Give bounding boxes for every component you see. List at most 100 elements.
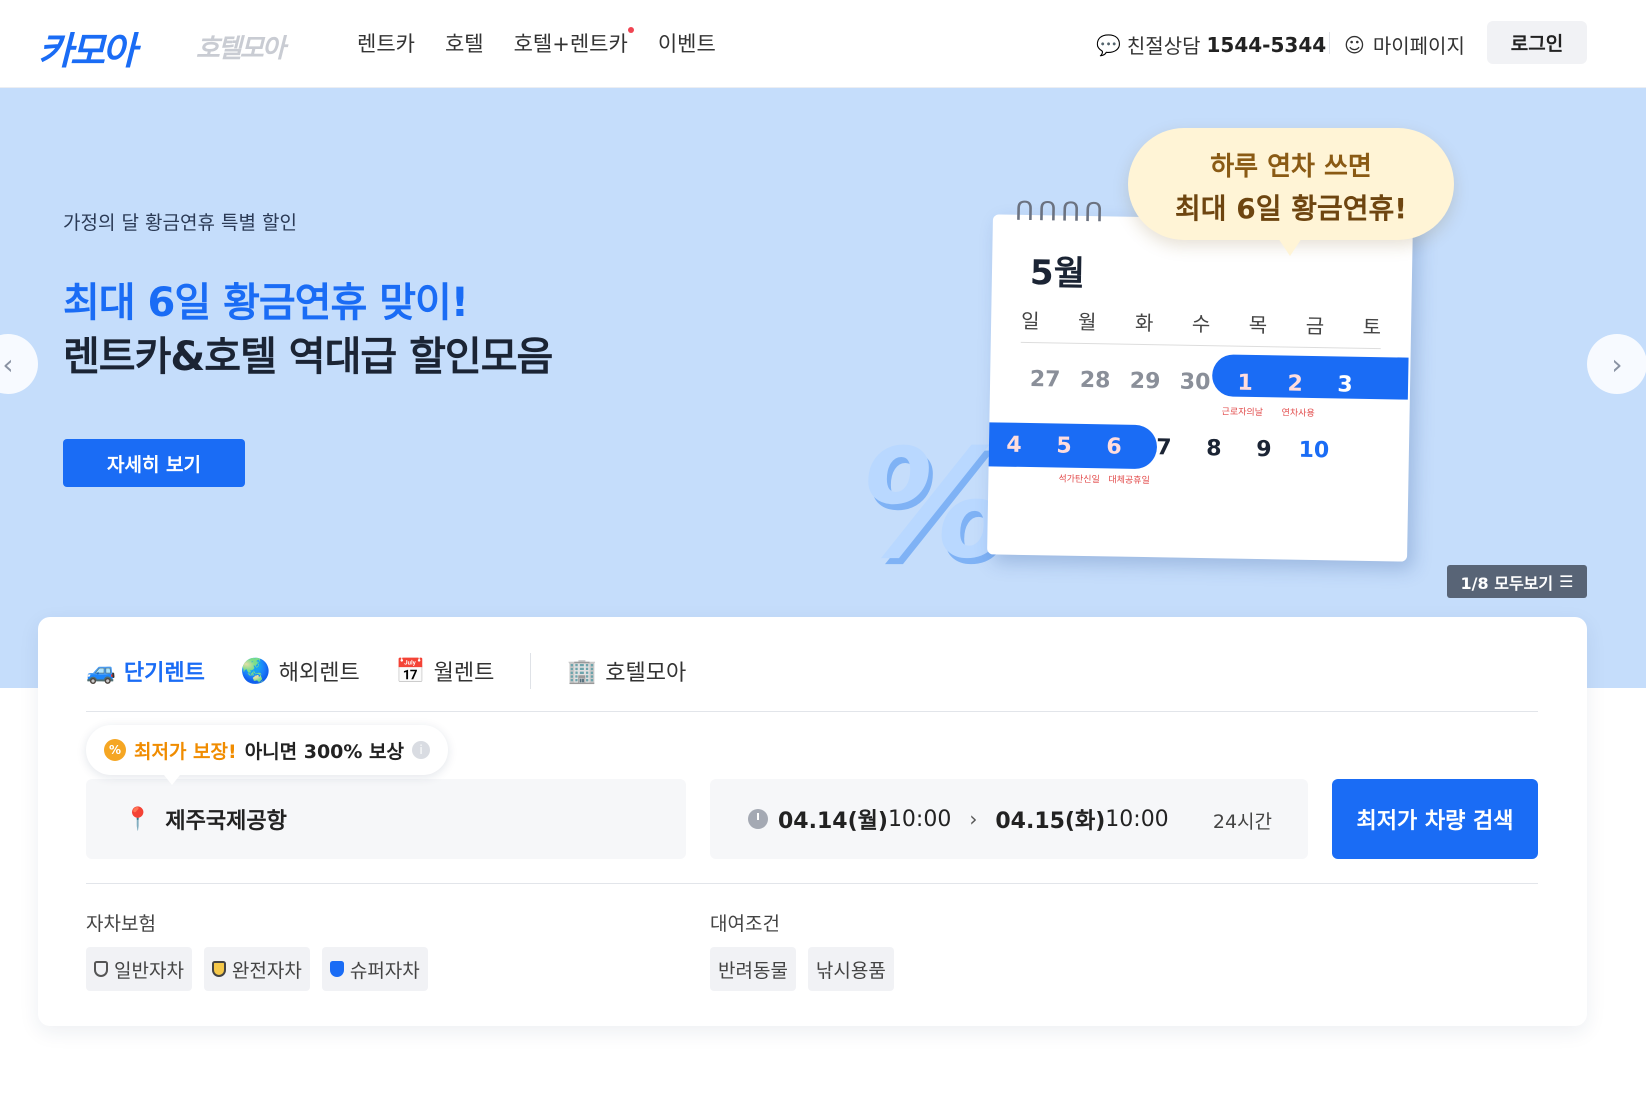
return-time: 10:00 xyxy=(1105,806,1169,832)
consult-number: 1544-5344 xyxy=(1206,32,1327,57)
booking-tabs: 🚙 단기렌트 🌏 해외렌트 📅 월렌트 🏢 호텔모아 xyxy=(86,653,686,689)
day: 4 xyxy=(1006,432,1022,458)
note-leave: 연차사용 xyxy=(1281,408,1315,420)
desk-calendar: ᑎᑎᑎᑎ 5월 일 월 화 수 목 금 토 27 28 29 30 1 2 3 … xyxy=(980,197,1480,648)
prev-slide-button[interactable]: ‹ xyxy=(0,334,38,394)
tab-overseas-rent[interactable]: 🌏 해외렌트 xyxy=(241,655,360,687)
tab-label: 해외렌트 xyxy=(278,661,360,686)
chip-label: 완전자차 xyxy=(231,959,302,982)
insurance-options: 일반자차 완전자차 슈퍼자차 xyxy=(86,947,428,991)
clock-icon xyxy=(748,809,768,829)
hotelmoa-logo[interactable]: 호텔모아 xyxy=(196,28,286,65)
hero-eyebrow: 가정의 달 황금연휴 특별 할인 xyxy=(63,212,297,234)
nav-hotel-rentcar[interactable]: 호텔+렌트카 xyxy=(513,27,634,58)
tabs-underline xyxy=(86,711,1538,712)
chevron-right-icon: › xyxy=(969,807,978,831)
note-buddha: 석가탄신일 xyxy=(1058,474,1100,486)
location-value: 제주국제공항 xyxy=(165,809,287,834)
chip-label: 슈퍼자차 xyxy=(349,959,420,982)
tab-hotelmoa[interactable]: 🏢 호텔모아 xyxy=(567,655,686,687)
tab-monthly-rent[interactable]: 📅 월렌트 xyxy=(396,655,495,687)
day: 3 xyxy=(1337,372,1353,398)
consult-phone[interactable]: 💬 친절상담 1544-5344 xyxy=(1096,30,1326,59)
nav-rentcar[interactable]: 렌트카 xyxy=(357,28,415,58)
calendar-weekdays: 일 월 화 수 목 금 토 xyxy=(1020,304,1382,350)
weekday: 목 xyxy=(1248,312,1268,338)
hero-title-line1: 최대 6일 황금연휴 맞이! xyxy=(63,280,469,326)
tab-label: 월렌트 xyxy=(433,661,495,686)
tab-label: 호텔모아 xyxy=(605,661,687,686)
datetime-field[interactable]: 04.14(월) 10:00 › 04.15(화) 10:00 24시간 xyxy=(710,779,1308,859)
tab-label: 단기렌트 xyxy=(123,661,205,686)
slide-pager-button[interactable]: 1/8 모두보기 ☰ xyxy=(1447,565,1587,598)
day: 6 xyxy=(1106,434,1122,460)
new-dot-icon xyxy=(627,27,634,33)
weekday: 월 xyxy=(1077,309,1097,335)
top-header: 카모아 호텔모아 렌트카 호텔 호텔+렌트카 이벤트 💬 친절상담 1544-5… xyxy=(0,0,1646,88)
weekday: 토 xyxy=(1362,314,1382,340)
weekday: 금 xyxy=(1305,313,1325,339)
calendar-icon: 📅 xyxy=(395,657,426,685)
nav-hotel-rentcar-label: 호텔+렌트카 xyxy=(513,32,628,56)
nav-event[interactable]: 이벤트 xyxy=(658,28,716,58)
pickup-date: 04.14(월) xyxy=(778,809,888,834)
weekday: 일 xyxy=(1020,308,1040,334)
section-divider xyxy=(86,883,1538,884)
day: 5 xyxy=(1056,433,1072,459)
tab-short-rent[interactable]: 🚙 단기렌트 xyxy=(86,655,205,687)
weekday: 수 xyxy=(1191,311,1211,337)
chip-label: 일반자차 xyxy=(114,959,184,982)
building-icon: 🏢 xyxy=(567,657,598,685)
search-cars-button[interactable]: 최저가 차량 검색 xyxy=(1332,779,1538,859)
insurance-basic-chip[interactable]: 일반자차 xyxy=(86,947,192,991)
main-nav: 렌트카 호텔 호텔+렌트카 이벤트 xyxy=(357,27,716,58)
day: 7 xyxy=(1156,435,1172,461)
user-icon: ☺ xyxy=(1344,32,1365,57)
day: 27 xyxy=(1029,367,1061,393)
hero-title-line2: 렌트카&호텔 역대급 할인모음 xyxy=(63,334,553,380)
hero-banner: 가정의 달 황금연휴 특별 할인 최대 6일 황금연휴 맞이! 렌트카&호텔 역… xyxy=(0,88,1646,688)
insurance-super-chip[interactable]: 슈퍼자차 xyxy=(321,947,428,991)
condition-options: 반려동물 낚시용품 xyxy=(710,947,894,991)
tab-divider xyxy=(530,653,532,689)
kamoa-logo[interactable]: 카모아 xyxy=(38,20,137,75)
note-substitute: 대체공휴일 xyxy=(1108,475,1150,487)
view-details-button[interactable]: 자세히 보기 xyxy=(63,439,245,487)
calendar-illustration: % ᑎᑎᑎᑎ 5월 일 월 화 수 목 금 토 27 28 29 30 1 2 … xyxy=(860,128,1500,668)
info-icon[interactable]: i xyxy=(412,741,431,759)
pickup-time: 10:00 xyxy=(887,806,952,832)
day: 10 xyxy=(1298,437,1330,464)
globe-icon: 🌏 xyxy=(240,657,271,685)
next-slide-button[interactable]: › xyxy=(1587,334,1646,394)
login-button[interactable]: 로그인 xyxy=(1487,21,1587,64)
shield-icon xyxy=(211,961,226,977)
day: 30 xyxy=(1179,369,1211,396)
booking-panel: 🚙 단기렌트 🌏 해외렌트 📅 월렌트 🏢 호텔모아 % 최저가 보장! 아니면… xyxy=(38,617,1587,1026)
badge-text: 아니면 300% 보상 xyxy=(244,740,405,763)
chevron-right-icon: › xyxy=(1611,347,1623,381)
mypage-label: 마이페이지 xyxy=(1372,34,1465,58)
insurance-full-chip[interactable]: 완전자차 xyxy=(203,947,310,991)
conditions-title: 대여조건 xyxy=(710,913,780,935)
insurance-title: 자차보험 xyxy=(86,913,156,935)
menu-icon: ☰ xyxy=(1559,572,1574,591)
nav-hotel[interactable]: 호텔 xyxy=(445,28,484,58)
mypage-link[interactable]: ☺ 마이페이지 xyxy=(1344,30,1465,59)
condition-pet-chip[interactable]: 반려동물 xyxy=(710,947,796,991)
chat-icon: 💬 xyxy=(1096,32,1121,57)
chevron-left-icon: ‹ xyxy=(2,347,14,381)
day: 28 xyxy=(1079,367,1111,394)
calendar-row-1: 27 28 29 30 1 2 3 xyxy=(1020,367,1370,398)
location-pin-icon: 📍 xyxy=(124,806,152,832)
speech-bubble: 하루 연차 쓰면 최대 6일 황금연휴! xyxy=(1128,128,1454,256)
weekday: 화 xyxy=(1134,310,1154,336)
day: 2 xyxy=(1287,371,1303,397)
day: 8 xyxy=(1206,436,1222,462)
header-divider xyxy=(1329,32,1330,54)
badge-highlight: 최저가 보장! xyxy=(134,740,237,763)
return-date: 04.15(화) xyxy=(995,809,1106,834)
day: 1 xyxy=(1237,370,1253,396)
location-field[interactable]: 📍 제주국제공항 xyxy=(86,779,686,859)
condition-fishing-chip[interactable]: 낚시용품 xyxy=(807,947,894,991)
calendar-month: 5월 xyxy=(1029,253,1086,294)
